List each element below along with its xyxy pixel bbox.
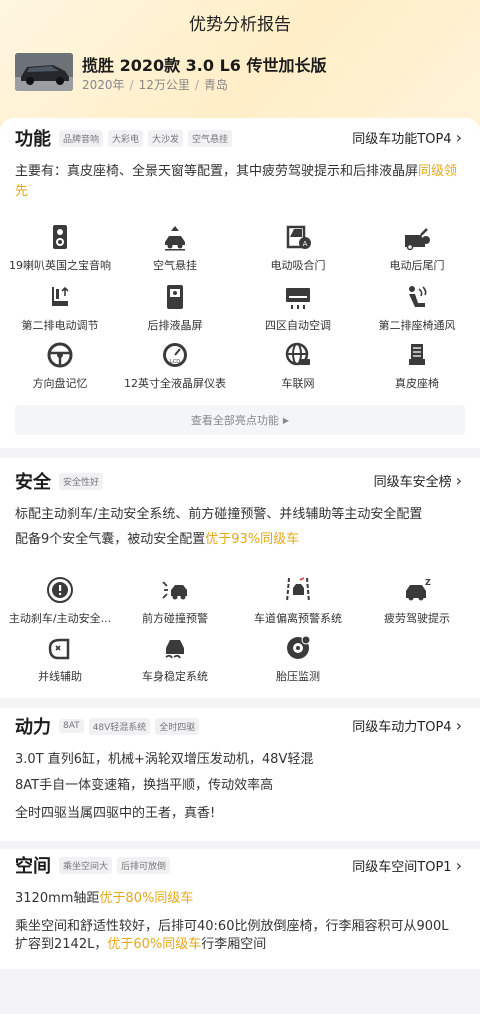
air-suspension-icon xyxy=(165,226,185,251)
feature-item[interactable]: 真皮座椅 xyxy=(357,341,477,391)
power-header: 动力 8AT 48V轻混系统 全时四驱 xyxy=(15,711,204,741)
speaker-icon xyxy=(53,225,67,249)
tag: 8AT xyxy=(59,719,84,733)
tag: 48V轻混系统 xyxy=(88,717,151,735)
feature-item[interactable]: 第二排座椅通风 xyxy=(357,283,477,333)
connected-car-icon xyxy=(285,342,310,366)
car-meta: 2020年/12万公里 / 青岛 xyxy=(82,78,228,92)
stability-control-icon xyxy=(165,640,184,659)
tag: 空气悬挂 xyxy=(188,129,233,147)
section-title: 安全 xyxy=(15,472,51,493)
tag: 大沙发 xyxy=(148,129,184,147)
power-line-1: 3.0T 直列6缸，机械+涡轮双增压发动机，48V轻混 xyxy=(15,752,314,767)
fatigue-warning-icon: Z xyxy=(406,578,431,601)
safety-line-1: 标配主动刹车/主动安全系统、前方碰撞预警、并线辅助等主动安全配置 xyxy=(15,507,423,522)
space-line-3: 扩容到2142L，优于60%同级车行李厢空间 xyxy=(15,937,267,952)
car-name: 揽胜 2020款 3.0 L6 传世加长版 xyxy=(82,56,327,75)
feature-item[interactable]: 空气悬挂 xyxy=(115,223,235,273)
function-rank-link[interactable]: 同级车功能TOP4 › xyxy=(352,128,462,147)
feature-item[interactable]: 四区自动空调 xyxy=(238,283,358,333)
car-thumbnail[interactable] xyxy=(15,53,73,91)
space-wheelbase: 3120mm轴距优于80%同级车 xyxy=(15,891,194,906)
feature-item[interactable]: 主动刹车/主动安全... xyxy=(0,576,120,626)
active-brake-icon xyxy=(47,577,73,603)
tire-pressure-icon xyxy=(287,635,311,659)
feature-item[interactable]: LCD 12英寸全液晶屏仪表 xyxy=(115,341,235,391)
space-rank-link[interactable]: 同级车空间TOP1 › xyxy=(352,856,462,875)
view-all-features-button[interactable]: 查看全部亮点功能 ▶ xyxy=(15,405,465,435)
triangle-right-icon: ▶ xyxy=(282,415,290,425)
feature-item[interactable]: 电动后尾门 xyxy=(357,223,477,273)
steering-wheel-icon xyxy=(47,342,73,368)
feature-item[interactable]: 第二排电动调节 xyxy=(0,283,120,333)
feature-item[interactable]: 车身稳定系统 xyxy=(115,634,235,684)
power-section: 动力 8AT 48V轻混系统 全时四驱 同级车动力TOP4 › 3.0T 直列6缸… xyxy=(0,708,480,841)
lane-departure-icon xyxy=(286,577,310,603)
rear-screen-icon xyxy=(167,285,183,309)
power-line-3: 全时四驱当属四驱中的王者，真香! xyxy=(15,806,216,821)
space-header: 空间 乘坐空间大 后排可放倒 xyxy=(15,850,175,880)
seat-ventilation-icon xyxy=(409,286,427,307)
feature-item[interactable]: 前方碰撞预警 xyxy=(115,576,235,626)
chevron-right-icon: › xyxy=(455,715,462,735)
power-line-2: 8AT手自一体变速箱，换挡平顺，传动效率高 xyxy=(15,778,274,793)
car-mileage: 12万公里 xyxy=(138,78,190,92)
safety-header: 安全 安全性好 xyxy=(15,466,108,496)
car-city: 青岛 xyxy=(203,78,228,92)
chevron-right-icon: › xyxy=(455,470,462,490)
feature-item[interactable]: Z 疲劳驾驶提示 xyxy=(357,576,477,626)
feature-item[interactable]: 后排液晶屏 xyxy=(115,283,235,333)
svg-text:Z: Z xyxy=(425,578,431,587)
power-seat-icon xyxy=(52,286,69,306)
collision-warning-icon xyxy=(162,581,187,600)
function-header: 功能 品牌音响 大彩电 大沙发 空气悬挂 xyxy=(15,123,237,153)
svg-text:A: A xyxy=(303,240,308,248)
tag: 乘坐空间大 xyxy=(59,856,113,874)
chevron-right-icon: › xyxy=(455,855,462,875)
space-section: 空间 乘坐空间大 后排可放倒 同级车空间TOP1 › 3120mm轴距优于80%同… xyxy=(0,849,480,969)
safety-section: 安全 安全性好 同级车安全榜 › 标配主动刹车/主动安全系统、前方碰撞预警、并线辅… xyxy=(0,458,480,698)
feature-item[interactable]: A 电动吸合门 xyxy=(238,223,358,273)
section-title: 空间 xyxy=(15,856,51,877)
tag: 后排可放倒 xyxy=(117,856,171,874)
feature-item[interactable]: 胎压监测 xyxy=(238,634,358,684)
chevron-right-icon: › xyxy=(455,127,462,147)
section-title: 动力 xyxy=(15,717,51,738)
leather-seat-icon xyxy=(409,344,425,365)
page-title: 优势分析报告 xyxy=(189,15,291,35)
svg-text:LCD: LCD xyxy=(170,359,180,365)
feature-item[interactable]: 车道偏离预警系统 xyxy=(238,576,358,626)
space-line-2: 乘坐空间和舒适性较好，后排可40:60比例放倒座椅，行李厢容积可从900L xyxy=(15,919,449,934)
lcd-dashboard-icon: LCD xyxy=(163,343,187,367)
feature-item[interactable]: 19喇叭英国之宝音响 xyxy=(0,223,120,273)
tag: 安全性好 xyxy=(59,472,104,490)
safety-line-2: 配备9个安全气囊，被动安全配置优于93%同级车 xyxy=(15,532,300,547)
tag: 大彩电 xyxy=(108,129,144,147)
feature-item[interactable]: 并线辅助 xyxy=(0,634,120,684)
power-tailgate-icon xyxy=(405,228,430,251)
function-description: 主要有：真皮座椅、全景天窗等配置，其中疲劳驾驶提示和后排液晶屏同级领先 xyxy=(15,164,458,199)
function-section: 功能 品牌音响 大彩电 大沙发 空气悬挂 同级车功能TOP4 › 主要有：真皮座椅… xyxy=(0,118,480,448)
tag: 品牌音响 xyxy=(59,129,104,147)
climate-control-icon xyxy=(286,288,310,309)
section-title: 功能 xyxy=(15,129,51,150)
safety-rank-link[interactable]: 同级车安全榜 › xyxy=(374,471,462,490)
feature-item[interactable]: 车联网 xyxy=(238,341,358,391)
power-door-icon: A xyxy=(286,225,311,249)
car-year: 2020年 xyxy=(82,78,125,92)
tag: 全时四驱 xyxy=(155,717,200,735)
feature-item[interactable]: 方向盘记忆 xyxy=(0,341,120,391)
lane-change-assist-icon xyxy=(48,638,70,660)
power-rank-link[interactable]: 同级车动力TOP4 › xyxy=(352,716,462,735)
